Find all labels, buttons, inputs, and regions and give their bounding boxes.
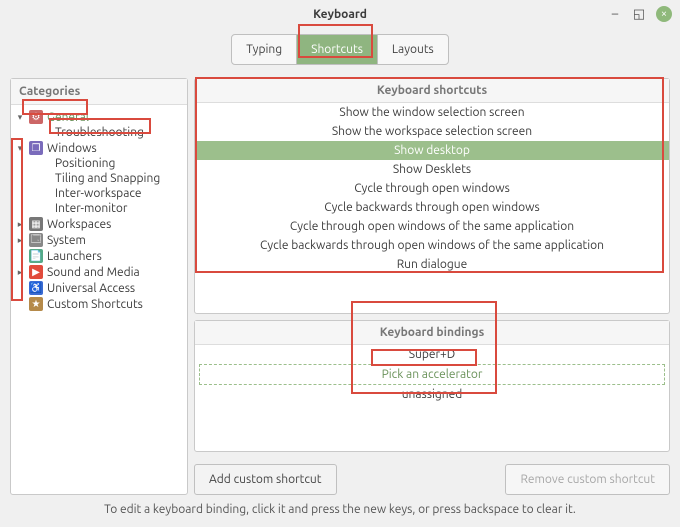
- chevron-right-icon[interactable]: ▸: [15, 267, 25, 278]
- tab-shortcuts[interactable]: Shortcuts: [297, 34, 377, 65]
- chevron-right-icon[interactable]: ▸: [15, 219, 25, 230]
- sidebar-item-label: Troubleshooting: [55, 126, 144, 139]
- chevron-right-icon[interactable]: ▸: [15, 235, 25, 246]
- bindings-header: Keyboard bindings: [195, 321, 669, 345]
- categories-sidebar: Categories ▾ ⚙ General Troubleshooting ▾ ❐ Win…: [10, 78, 188, 495]
- sidebar-item-label: Custom Shortcuts: [47, 298, 143, 311]
- shortcut-row[interactable]: Cycle through open windows: [195, 179, 669, 198]
- categories-tree[interactable]: ▾ ⚙ General Troubleshooting ▾ ❐ Windows Positio…: [11, 105, 187, 316]
- access-icon: ♿: [29, 281, 43, 295]
- titlebar: Keyboard – ◱ ×: [0, 0, 680, 28]
- window-controls: – ◱ ×: [608, 6, 672, 22]
- sidebar-item-sound-and-media[interactable]: ▸ ▶ Sound and Media: [13, 264, 185, 280]
- main-area: Keyboard shortcuts Show the window selec…: [194, 78, 670, 495]
- chevron-down-icon[interactable]: ▾: [15, 143, 25, 154]
- bindings-list[interactable]: Super+DPick an acceleratorunassigned: [195, 345, 669, 404]
- maximize-icon[interactable]: ◱: [632, 7, 646, 21]
- launchers-icon: 📄: [29, 249, 43, 263]
- windows-icon: ❐: [29, 141, 43, 155]
- sidebar-item-workspaces[interactable]: ▸ ▦ Workspaces: [13, 216, 185, 232]
- window-title: Keyboard: [313, 8, 367, 21]
- sidebar-item-label: Inter-monitor: [55, 202, 127, 215]
- workspaces-icon: ▦: [29, 217, 43, 231]
- remove-custom-shortcut-button: Remove custom shortcut: [505, 464, 670, 495]
- sidebar-item-label: Launchers: [47, 250, 102, 263]
- add-custom-shortcut-button[interactable]: Add custom shortcut: [194, 464, 337, 495]
- sidebar-item-system[interactable]: ▸ 🗔 System: [13, 232, 185, 248]
- sound-icon: ▶: [29, 265, 43, 279]
- chevron-down-icon[interactable]: ▾: [15, 112, 25, 123]
- sidebar-item-label: Workspaces: [47, 218, 111, 231]
- sidebar-item-label: System: [47, 234, 86, 247]
- sidebar-item-tiling-and-snapping[interactable]: Tiling and Snapping: [13, 171, 185, 186]
- bindings-panel: Keyboard bindings Super+DPick an acceler…: [194, 320, 670, 452]
- shortcut-row[interactable]: Show the window selection screen: [195, 103, 669, 122]
- bottom-buttons: Add custom shortcut Remove custom shortc…: [194, 458, 670, 495]
- minimize-icon[interactable]: –: [608, 7, 622, 21]
- tabs-row: Typing Shortcuts Layouts: [0, 28, 680, 70]
- sidebar-item-label: Universal Access: [47, 282, 135, 295]
- categories-header: Categories: [11, 79, 187, 105]
- body: Categories ▾ ⚙ General Troubleshooting ▾ ❐ Win…: [0, 70, 680, 495]
- system-icon: 🗔: [29, 233, 43, 247]
- shortcuts-panel: Keyboard shortcuts Show the window selec…: [194, 78, 670, 314]
- sidebar-item-general[interactable]: ▾ ⚙ General: [13, 109, 185, 125]
- sidebar-item-inter-monitor[interactable]: Inter-monitor: [13, 201, 185, 216]
- sidebar-item-positioning[interactable]: Positioning: [13, 156, 185, 171]
- sidebar-item-label: Tiling and Snapping: [55, 172, 160, 185]
- sidebar-item-label: Sound and Media: [47, 266, 140, 279]
- shortcuts-list[interactable]: Show the window selection screenShow the…: [195, 103, 669, 313]
- sidebar-item-custom-shortcuts[interactable]: ★ Custom Shortcuts: [13, 296, 185, 312]
- shortcuts-header: Keyboard shortcuts: [195, 79, 669, 103]
- general-icon: ⚙: [29, 110, 43, 124]
- shortcut-row[interactable]: Run dialogue: [195, 255, 669, 274]
- shortcut-row[interactable]: Show Desklets: [195, 160, 669, 179]
- binding-row[interactable]: unassigned: [195, 385, 669, 404]
- sidebar-item-label: Windows: [47, 142, 97, 155]
- sidebar-item-launchers[interactable]: 📄 Launchers: [13, 248, 185, 264]
- sidebar-item-universal-access[interactable]: ♿ Universal Access: [13, 280, 185, 296]
- custom-icon: ★: [29, 297, 43, 311]
- tab-layouts[interactable]: Layouts: [377, 34, 449, 65]
- sidebar-item-troubleshooting[interactable]: Troubleshooting: [13, 125, 185, 140]
- tab-typing[interactable]: Typing: [231, 34, 297, 65]
- shortcut-row[interactable]: Cycle backwards through open windows of …: [195, 236, 669, 255]
- footer-hint: To edit a keyboard binding, click it and…: [0, 495, 680, 526]
- shortcut-row[interactable]: Show desktop: [195, 141, 669, 160]
- sidebar-item-windows[interactable]: ▾ ❐ Windows: [13, 140, 185, 156]
- shortcut-row[interactable]: Cycle backwards through open windows: [195, 198, 669, 217]
- shortcut-row[interactable]: Show the workspace selection screen: [195, 122, 669, 141]
- sidebar-item-inter-workspace[interactable]: Inter-workspace: [13, 186, 185, 201]
- close-icon[interactable]: ×: [656, 6, 672, 22]
- binding-row[interactable]: Super+D: [195, 345, 669, 364]
- sidebar-item-label: Positioning: [55, 157, 115, 170]
- binding-pick-accelerator[interactable]: Pick an accelerator: [199, 364, 665, 385]
- sidebar-item-label: General: [47, 111, 89, 124]
- shortcut-row[interactable]: Cycle through open windows of the same a…: [195, 217, 669, 236]
- sidebar-item-label: Inter-workspace: [55, 187, 142, 200]
